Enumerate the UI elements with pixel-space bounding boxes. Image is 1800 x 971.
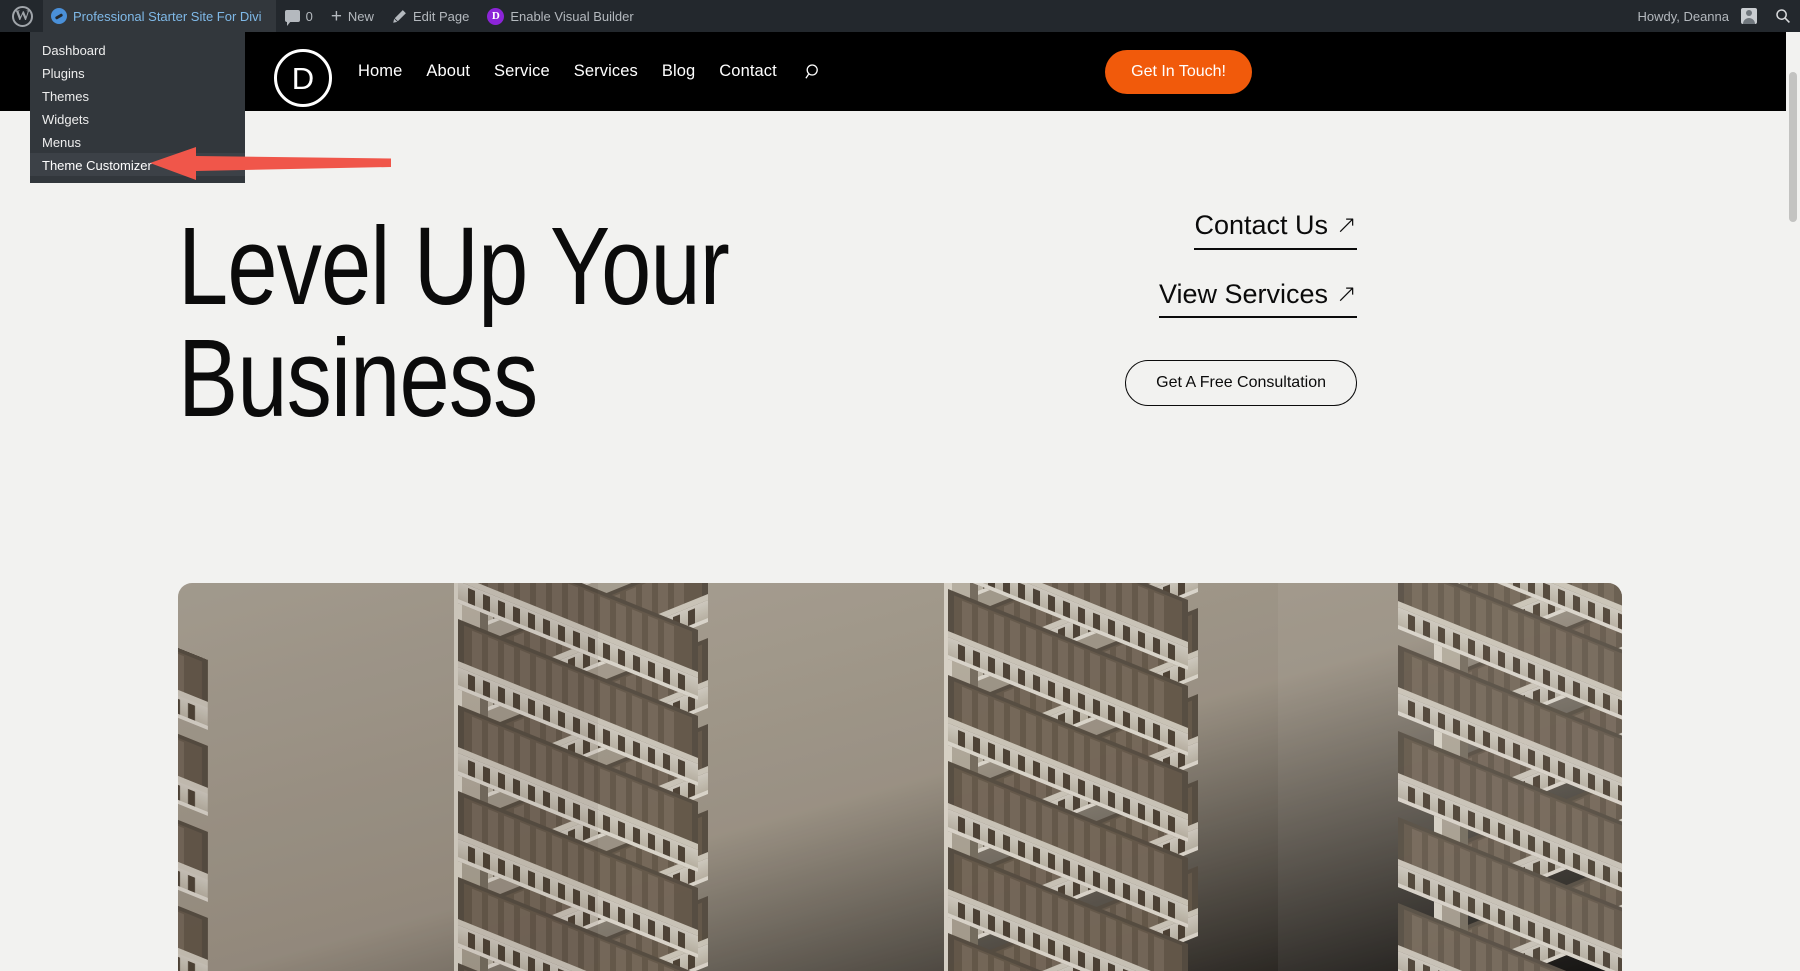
- admin-bar-search[interactable]: [1766, 0, 1800, 32]
- site-header: D Home About Service Services Blog Conta…: [0, 32, 1800, 111]
- new-label: New: [347, 8, 374, 24]
- plus-icon: +: [330, 5, 342, 27]
- contact-us-label: Contact Us: [1194, 210, 1329, 240]
- page-scrollbar[interactable]: [1786, 32, 1800, 971]
- edit-page-label: Edit Page: [412, 8, 470, 24]
- view-services-link[interactable]: View Services ↗: [1158, 278, 1357, 319]
- menu-item-dashboard[interactable]: Dashboard: [30, 38, 245, 61]
- nav-item-services[interactable]: Services: [574, 62, 638, 81]
- hero-image: [178, 583, 1622, 971]
- divi-badge-icon: D: [487, 7, 505, 25]
- howdy-label: Howdy, Deanna: [1637, 8, 1729, 24]
- hero-section: Level Up Your Business Unlock your brand…: [0, 111, 1800, 971]
- hero-actions-group: Contact Us ↗ View Services ↗ Get A Free …: [1125, 210, 1357, 407]
- nav-item-contact[interactable]: Contact: [719, 62, 777, 81]
- search-icon: [1776, 9, 1790, 23]
- site-name-label: Professional Starter Site For Divi: [73, 8, 262, 24]
- nav-item-service[interactable]: Service: [494, 62, 550, 81]
- menu-item-widgets[interactable]: Widgets: [30, 107, 245, 130]
- wordpress-logo-icon: W: [12, 5, 33, 27]
- admin-bar-edit-page[interactable]: Edit Page: [383, 0, 478, 32]
- comment-bubble-icon: [284, 10, 300, 26]
- menu-item-themes[interactable]: Themes: [30, 84, 245, 107]
- admin-bar-dropdown-menu: Dashboard Plugins Themes Widgets Menus T…: [30, 32, 245, 183]
- menu-item-menus[interactable]: Menus: [30, 130, 245, 153]
- page-title: Level Up Your Business: [178, 205, 730, 441]
- nav-search-icon[interactable]: [805, 63, 822, 80]
- get-free-consultation-button[interactable]: Get A Free Consultation: [1125, 360, 1357, 407]
- main-navigation: Home About Service Services Blog Contact: [358, 32, 822, 111]
- search-icon: [805, 64, 818, 79]
- nav-item-blog[interactable]: Blog: [662, 62, 695, 81]
- admin-bar-my-account[interactable]: Howdy, Deanna: [1628, 0, 1766, 32]
- browser-page: W Professional Starter Site For Divi 0 +…: [0, 0, 1800, 971]
- wp-logo-menu[interactable]: W: [0, 0, 43, 32]
- nav-item-about[interactable]: About: [426, 62, 470, 81]
- site-logo[interactable]: D: [274, 49, 332, 107]
- admin-bar-comments[interactable]: 0: [276, 0, 322, 32]
- scrollbar-thumb[interactable]: [1789, 72, 1797, 222]
- dashboard-icon: [51, 8, 67, 24]
- admin-bar-new[interactable]: + New: [322, 0, 383, 32]
- visual-builder-label: Enable Visual Builder: [510, 8, 634, 24]
- menu-item-plugins[interactable]: Plugins: [30, 61, 245, 84]
- contact-us-link[interactable]: Contact Us ↗: [1194, 210, 1357, 250]
- avatar: [1741, 8, 1757, 24]
- wp-admin-bar: W Professional Starter Site For Divi 0 +…: [0, 0, 1800, 32]
- admin-bar-site-name[interactable]: Professional Starter Site For Divi: [43, 0, 276, 32]
- admin-bar-visual-builder[interactable]: D Enable Visual Builder: [478, 0, 642, 32]
- admin-bar-right-group: Howdy, Deanna: [1628, 0, 1800, 32]
- nav-item-home[interactable]: Home: [358, 62, 402, 81]
- building-facade-illustration: [178, 583, 1622, 971]
- get-in-touch-button[interactable]: Get In Touch!: [1105, 50, 1252, 94]
- comment-count: 0: [305, 8, 313, 24]
- pencil-icon: [393, 9, 406, 23]
- menu-item-theme-customizer[interactable]: Theme Customizer: [30, 153, 245, 176]
- arrow-up-right-icon: ↗: [1336, 211, 1357, 240]
- view-services-label: View Services: [1158, 278, 1329, 309]
- arrow-up-right-icon: ↗: [1336, 280, 1357, 309]
